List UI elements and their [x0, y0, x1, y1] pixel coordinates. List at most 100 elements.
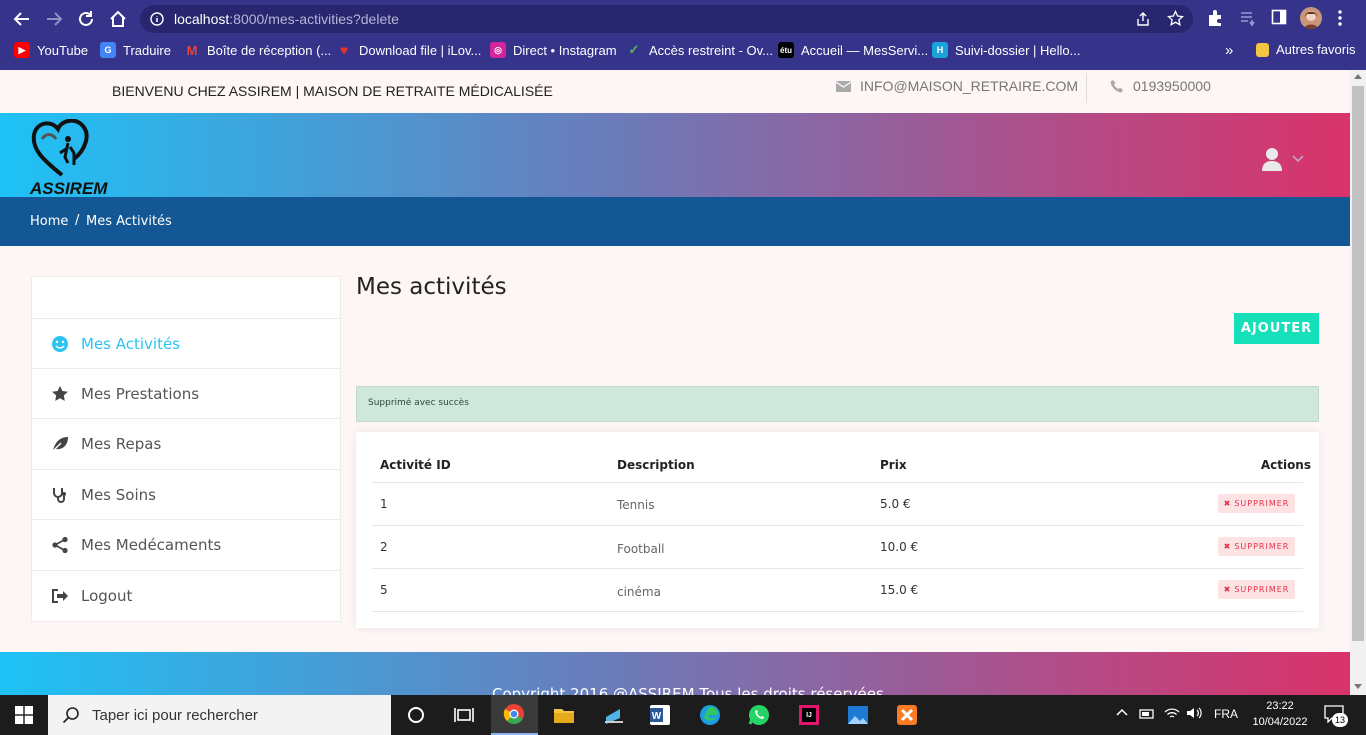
bookmark-acces[interactable]: ✓ Accès restreint - Ov...	[626, 42, 773, 58]
share-page-icon[interactable]	[1135, 11, 1151, 27]
star-icon	[51, 385, 69, 403]
bookmark-instagram[interactable]: ◎ Direct • Instagram	[490, 42, 617, 58]
xampp-icon[interactable]	[895, 703, 919, 727]
bookmark-gmail[interactable]: M Boîte de réception (...	[184, 42, 332, 58]
bookmark-youtube[interactable]: ▶ YouTube	[14, 42, 88, 58]
scroll-thumb[interactable]	[1352, 86, 1364, 641]
page-title: Mes activités	[356, 274, 507, 300]
address-bar[interactable]: localhost:8000/mes-activities?delete	[140, 5, 1193, 33]
reading-list-icon[interactable]	[1239, 9, 1259, 29]
scroll-down-arrow[interactable]	[1354, 684, 1362, 689]
sidebar-item-logout[interactable]: Logout	[32, 570, 340, 620]
folder-icon	[1256, 42, 1269, 57]
intellij-icon[interactable]: IJ	[797, 703, 821, 727]
notification-count: 13	[1332, 713, 1348, 727]
clock[interactable]: 23:22 10/04/2022	[1250, 698, 1310, 730]
windows-start-icon[interactable]	[15, 706, 33, 724]
file-explorer-icon[interactable]	[552, 703, 576, 727]
cortana-icon[interactable]	[404, 703, 428, 727]
row-divider	[372, 611, 1303, 612]
delete-button[interactable]: ✖ SUPPRIMER	[1218, 494, 1295, 513]
add-button[interactable]: AJOUTER	[1234, 313, 1319, 344]
logo[interactable]	[30, 119, 94, 179]
network-pc-icon[interactable]	[602, 703, 626, 727]
bookmarks-more-button[interactable]: »	[1225, 42, 1233, 59]
browser-chrome: localhost:8000/mes-activities?delete ▶ Yo…	[0, 0, 1366, 70]
times-icon: ✖	[1223, 542, 1232, 551]
chevron-up-icon[interactable]	[1116, 708, 1128, 716]
edge-icon[interactable]	[698, 703, 722, 727]
taskbar-search[interactable]: Taper ici pour rechercher	[48, 695, 391, 735]
scroll-up-arrow[interactable]	[1354, 74, 1362, 79]
info-icon[interactable]	[150, 12, 164, 26]
side-panel-icon[interactable]	[1271, 9, 1291, 29]
bookmark-label: Direct • Instagram	[513, 42, 617, 58]
sidebar-item-label: Mes Repas	[81, 434, 162, 453]
language-indicator[interactable]: FRA	[1214, 707, 1238, 721]
bookmark-label: Suivi-dossier | Hello...	[955, 42, 1081, 58]
user-menu-button[interactable]	[1262, 147, 1304, 171]
breadcrumb-current: Mes Activités	[86, 214, 172, 229]
column-header: Actions	[1260, 458, 1311, 472]
wifi-icon[interactable]	[1164, 706, 1180, 720]
reload-icon[interactable]	[76, 9, 96, 29]
bookmark-ilovepdf[interactable]: ♥ Download file | iLov...	[336, 42, 482, 58]
sidebar-item-medicaments[interactable]: Mes Medécaments	[32, 519, 340, 569]
gmail-icon: M	[186, 42, 198, 58]
delete-label: SUPPRIMER	[1234, 585, 1290, 594]
heart-icon: ♥	[339, 42, 349, 58]
chrome-icon	[503, 704, 524, 724]
contact-email[interactable]: INFO@MAISON_RETRAIRE.COM	[836, 78, 1078, 94]
translate-icon: G	[100, 42, 116, 58]
stethoscope-icon	[51, 486, 69, 504]
url-text[interactable]: localhost:8000/mes-activities?delete	[174, 11, 399, 27]
svg-text:IJ: IJ	[806, 712, 812, 719]
forward-icon[interactable]	[44, 9, 64, 29]
sidebar-item-activites[interactable]: Mes Activités	[32, 318, 340, 368]
delete-button[interactable]: ✖ SUPPRIMER	[1218, 580, 1295, 599]
back-icon[interactable]	[12, 9, 32, 29]
cell-description: Football	[617, 542, 665, 556]
bookmarks-bar: ▶ YouTube G Traduire M Boîte de réception (…	[0, 38, 1366, 64]
delete-button[interactable]: ✖ SUPPRIMER	[1218, 537, 1295, 556]
column-header: Prix	[880, 458, 907, 472]
sidebar-item-label: Mes Soins	[81, 485, 156, 504]
site-footer: Copyright 2016 @ASSIREM Tous les droits …	[0, 652, 1350, 695]
times-icon: ✖	[1223, 499, 1232, 508]
word-icon[interactable]: W	[648, 703, 672, 727]
menu-icon[interactable]	[1337, 9, 1357, 29]
profile-avatar[interactable]	[1300, 7, 1322, 29]
bookmark-label: YouTube	[37, 42, 89, 58]
task-view-icon[interactable]	[452, 703, 476, 727]
contact-phone[interactable]: 0193950000	[1110, 78, 1211, 94]
youtube-icon: ▶	[14, 42, 30, 58]
breadcrumb: Home / Mes Activités	[0, 197, 1350, 246]
breadcrumb-home-link[interactable]: Home	[30, 214, 68, 229]
sidebar-item-soins[interactable]: Mes Soins	[32, 469, 340, 519]
notifications-icon[interactable]: 13	[1324, 705, 1348, 727]
delete-label: SUPPRIMER	[1234, 542, 1290, 551]
cell-price: 15.0 €	[880, 583, 919, 597]
page-scrollbar[interactable]	[1350, 70, 1366, 695]
volume-icon[interactable]	[1186, 706, 1202, 720]
activities-table: Activité ID Description Prix Actions 1 T…	[356, 432, 1319, 628]
bookmark-traduire[interactable]: G Traduire	[100, 42, 171, 58]
sign-out-icon	[51, 587, 69, 605]
battery-icon[interactable]	[1139, 707, 1155, 721]
top-info-bar: BIENVENU CHEZ ASSIREM | MAISON DE RETRAI…	[0, 70, 1350, 113]
cell-price: 10.0 €	[880, 540, 919, 554]
sidebar-item-prestations[interactable]: Mes Prestations	[32, 368, 340, 418]
sidebar-item-repas[interactable]: Mes Repas	[32, 418, 340, 468]
bookmark-suivi[interactable]: H Suivi-dossier | Hello...	[932, 42, 1080, 58]
bookmark-star-icon[interactable]	[1167, 10, 1184, 27]
cell-price: 5.0 €	[880, 497, 911, 511]
extensions-icon[interactable]	[1206, 9, 1226, 29]
bookmark-other-favorites[interactable]: Autres favoris	[1256, 42, 1355, 57]
breadcrumb-separator: /	[75, 213, 80, 228]
bookmark-label: Download file | iLov...	[359, 42, 482, 58]
bookmark-messervices[interactable]: étu Accueil — MesServi...	[778, 42, 928, 58]
taskbar-chrome[interactable]	[491, 695, 538, 735]
whatsapp-icon[interactable]	[747, 703, 771, 727]
photos-icon[interactable]	[846, 703, 870, 727]
home-icon[interactable]	[108, 9, 128, 29]
